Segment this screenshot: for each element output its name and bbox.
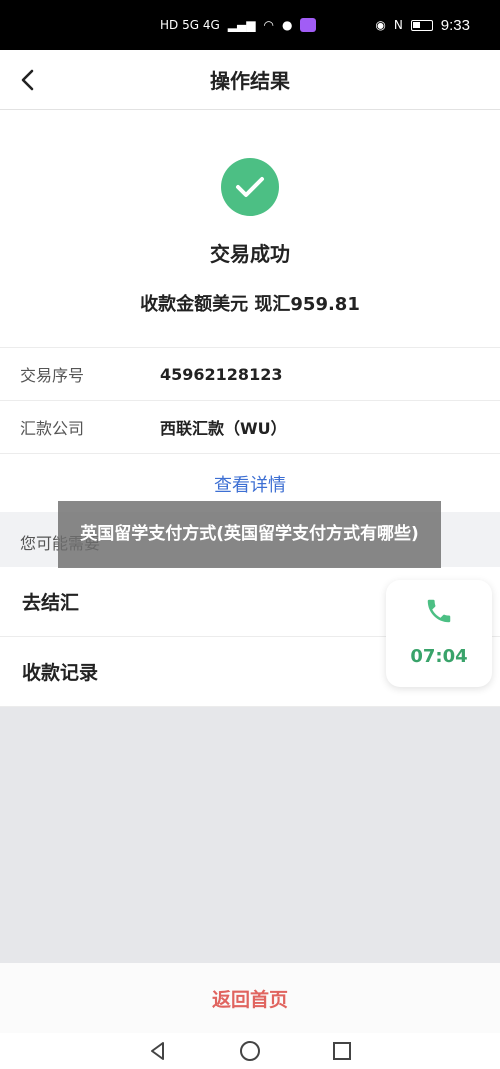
info-value: 45962128123 [160,364,283,384]
status-time: 9:33 [440,16,470,34]
wechat-icon: ● [281,18,293,32]
info-label: 交易序号 [20,366,85,385]
battery-icon [410,19,433,31]
home-circle-icon[interactable] [239,1040,261,1062]
back-button[interactable] [10,62,46,98]
network-indicator: HD 5G 4G [160,18,220,32]
call-widget[interactable]: 07:04 [386,580,492,687]
system-nav-bar [0,1033,500,1069]
chevron-left-icon [21,69,34,91]
wifi-icon: ◠ [263,18,274,32]
app-icon [300,18,317,32]
success-check-icon [221,158,279,216]
result-card: 交易成功 收款金额美元 现汇959.81 [0,110,500,347]
status-left: HD 5G 4G ▂▄▆ ◠ ● [160,18,317,32]
info-row-serial: 交易序号 45962128123 [0,348,500,401]
overlay-banner: 英国留学支付方式(英国留学支付方式有哪些) [58,501,441,568]
view-details-link[interactable]: 查看详情 [0,471,500,497]
phone-icon [427,599,451,623]
info-label: 汇款公司 [20,419,85,438]
page-title: 操作结果 [210,69,290,93]
eye-icon: ◉ [375,18,386,32]
transaction-info: 交易序号 45962128123 汇款公司 西联汇款（WU） 查看详情 [0,347,500,512]
recents-square-icon[interactable] [331,1040,353,1062]
nfc-icon: N [393,18,403,32]
signal-icon: ▂▄▆ [227,18,256,32]
info-value: 西联汇款（WU） [160,419,287,438]
status-right: ◉ N 9:33 [375,17,470,34]
call-duration: 07:04 [410,646,468,667]
header: 操作结果 [0,50,500,110]
info-row-company: 汇款公司 西联汇款（WU） [0,401,500,454]
status-bar: HD 5G 4G ▂▄▆ ◠ ● ◉ N 9:33 [0,0,500,50]
return-home-button[interactable]: 返回首页 [212,985,288,1012]
back-triangle-icon[interactable] [147,1040,169,1062]
bottom-bar: 返回首页 [0,963,500,1033]
received-amount: 收款金额美元 现汇959.81 [140,294,360,315]
result-title: 交易成功 [210,242,290,266]
